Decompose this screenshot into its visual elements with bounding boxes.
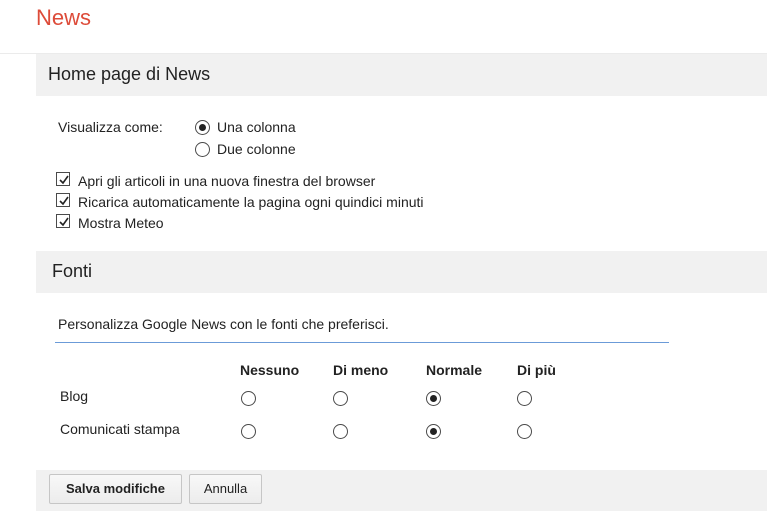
view-one-column-label[interactable]: Una colonna	[217, 119, 296, 135]
blog-normal-radio[interactable]	[426, 391, 441, 406]
show-weather-checkbox[interactable]	[56, 214, 70, 228]
view-as-label: Visualizza come:	[58, 119, 163, 135]
app-title: News	[36, 5, 92, 30]
check-icon	[59, 175, 69, 185]
auto-reload-label[interactable]: Ricarica automaticamente la pagina ogni …	[78, 194, 424, 210]
open-new-window-checkbox[interactable]	[56, 172, 70, 186]
column-header-more: Di più	[517, 362, 556, 378]
blog-none-radio[interactable]	[241, 391, 256, 406]
view-two-columns-radio[interactable]	[195, 142, 210, 157]
homepage-section-header: Home page di News	[36, 54, 767, 96]
homepage-section-title: Home page di News	[48, 64, 211, 84]
row-label-press-releases: Comunicati stampa	[60, 421, 180, 437]
column-header-normal: Normale	[426, 362, 483, 378]
column-header-less: Di meno	[333, 362, 389, 378]
view-two-columns-label[interactable]: Due colonne	[217, 141, 296, 157]
row-label-blog: Blog	[60, 388, 89, 404]
show-weather-label[interactable]: Mostra Meteo	[78, 215, 164, 231]
press-less-radio[interactable]	[333, 424, 348, 439]
sources-divider	[55, 342, 669, 343]
blog-less-radio[interactable]	[333, 391, 348, 406]
press-normal-radio[interactable]	[426, 424, 441, 439]
cancel-button[interactable]: Annulla	[189, 474, 262, 504]
sources-section-title: Fonti	[52, 261, 93, 281]
column-header-none: Nessuno	[240, 362, 300, 378]
save-button[interactable]: Salva modifiche	[49, 474, 182, 504]
check-icon	[59, 196, 69, 206]
press-none-radio[interactable]	[241, 424, 256, 439]
sources-description: Personalizza Google News con le fonti ch…	[58, 316, 389, 332]
open-new-window-label[interactable]: Apri gli articoli in una nuova finestra …	[78, 173, 375, 189]
view-one-column-radio[interactable]	[195, 120, 210, 135]
check-icon	[59, 217, 69, 227]
sources-section-header: Fonti	[36, 251, 767, 293]
press-more-radio[interactable]	[517, 424, 532, 439]
blog-more-radio[interactable]	[517, 391, 532, 406]
auto-reload-checkbox[interactable]	[56, 193, 70, 207]
